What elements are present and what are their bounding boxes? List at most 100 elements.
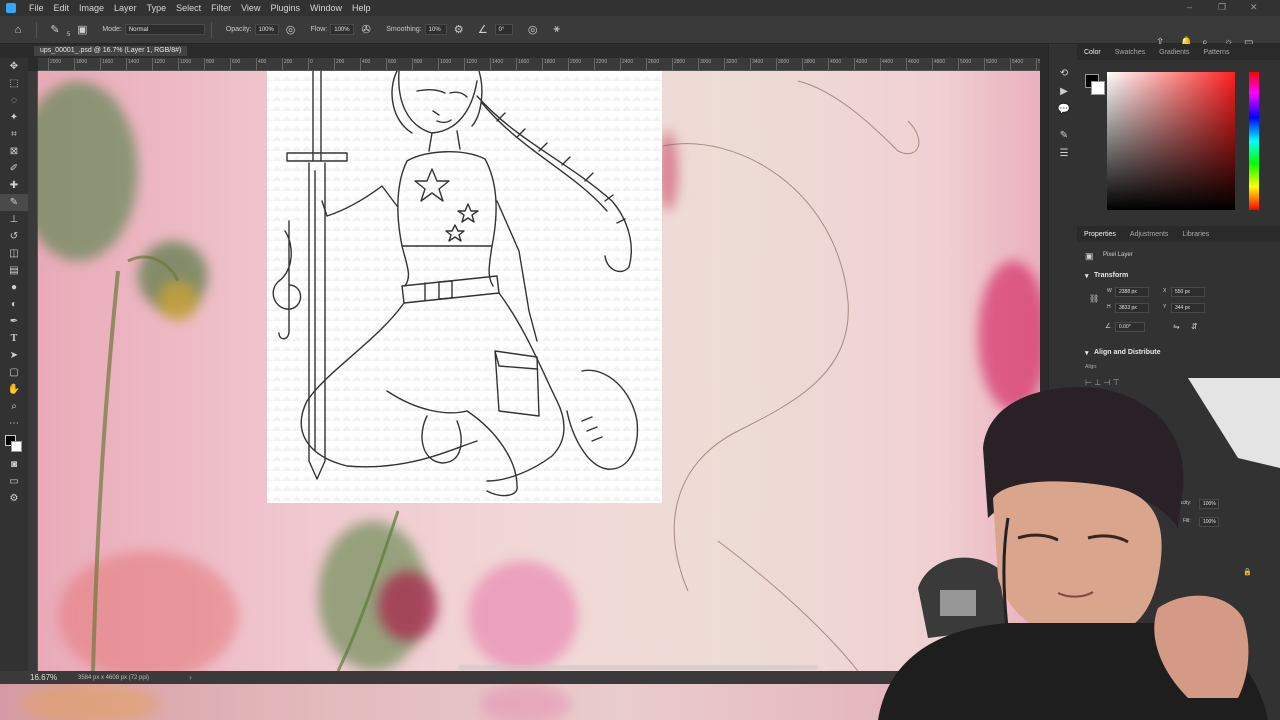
zoom-tool-icon[interactable]: ⌕ (0, 398, 28, 415)
menu-help[interactable]: Help (347, 3, 376, 13)
tab-swatches[interactable]: Swatches (1108, 49, 1152, 56)
type-tool-icon[interactable]: T (0, 330, 28, 347)
transform-section-title[interactable]: Transform (1094, 272, 1128, 279)
brush-tool-icon[interactable]: ✎ (47, 22, 63, 38)
pressure-opacity-icon[interactable]: ◎ (283, 22, 299, 38)
history-brush-tool-icon[interactable]: ↺ (0, 228, 28, 245)
dodge-tool-icon[interactable]: ◐ (0, 296, 28, 313)
tab-gradients[interactable]: Gradients (1152, 49, 1196, 56)
maximize-icon[interactable]: ❐ (1218, 2, 1226, 13)
quick-mask-icon[interactable]: ◙ (0, 456, 28, 473)
lasso-tool-icon[interactable]: ◌ (0, 92, 28, 109)
move-tool-icon[interactable]: ✥ (0, 58, 28, 75)
flip-vertical-icon[interactable]: ⇵ (1191, 322, 1198, 331)
symmetry-icon[interactable]: ⚹ (549, 22, 565, 38)
tab-adjustments[interactable]: Adjustments (1123, 231, 1176, 238)
x-input[interactable]: 550 px (1171, 287, 1205, 297)
comments-icon[interactable]: 💬 (1049, 100, 1079, 118)
smoothing-label: Smoothing: (386, 26, 422, 33)
smoothing-settings-icon[interactable]: ⚙ (451, 22, 467, 38)
y-input[interactable]: 344 px (1171, 303, 1205, 313)
brush-settings-icon[interactable]: ▣ (74, 22, 90, 38)
edit-toolbar-icon[interactable]: ⚙ (0, 490, 28, 507)
more-tools-icon[interactable]: ⋯ (0, 415, 28, 432)
path-selection-tool-icon[interactable]: ➤ (0, 347, 28, 364)
gradient-tool-icon[interactable]: ▤ (0, 262, 28, 279)
home-icon[interactable]: ⌂ (10, 22, 26, 38)
screen-mode-icon[interactable]: ▭ (0, 473, 28, 490)
crop-tool-icon[interactable]: ⌗ (0, 126, 28, 143)
healing-brush-tool-icon[interactable]: ✚ (0, 177, 28, 194)
zoom-level[interactable]: 16.67% (30, 673, 78, 682)
height-input[interactable]: 3833 px (1115, 303, 1149, 313)
flip-horizontal-icon[interactable]: ⇋ (1173, 322, 1180, 331)
align-chevron-icon[interactable]: ▾ (1085, 349, 1089, 357)
hand-tool-icon[interactable]: ✋ (0, 381, 28, 398)
menu-view[interactable]: View (236, 3, 265, 13)
menu-type[interactable]: Type (142, 3, 172, 13)
airbrush-icon[interactable]: ✇ (358, 22, 374, 38)
angle-input[interactable]: 0° (494, 24, 513, 35)
tools-panel: ✥ ⬚ ◌ ✦ ⌗ ⊠ ✐ ✚ ✎ ⊥ ↺ ◫ ▤ ● ◐ ✒ T ➤ ▢ ✋ … (0, 58, 28, 684)
align-section-title[interactable]: Align and Distribute (1094, 349, 1161, 356)
document-tab[interactable]: ups_00001_.psd @ 16.7% (Layer 1, RGB/8#) (34, 46, 188, 56)
smoothing-input[interactable]: 10% (424, 24, 447, 35)
blur-tool-icon[interactable]: ● (0, 279, 28, 296)
brush-settings-panel-icon[interactable]: ✎ (1049, 126, 1079, 144)
panel-background-swatch[interactable] (1091, 81, 1105, 95)
menu-window[interactable]: Window (305, 3, 347, 13)
frame-tool-icon[interactable]: ⊠ (0, 143, 28, 160)
menu-layer[interactable]: Layer (109, 3, 142, 13)
actions-icon[interactable]: ▶ (1049, 82, 1079, 100)
tab-color[interactable]: Color (1077, 49, 1108, 56)
document-artboard[interactable] (267, 71, 662, 503)
clone-stamp-tool-icon[interactable]: ⊥ (0, 211, 28, 228)
ruler-label: 400 (362, 59, 371, 65)
color-picker-field[interactable] (1107, 72, 1235, 210)
ruler-tick (984, 58, 985, 70)
link-icon[interactable]: ⛓ (1089, 294, 1099, 303)
ruler-tick (386, 58, 387, 70)
document-info[interactable]: 3584 px x 4608 px (72 ppi) (78, 675, 149, 681)
status-arrow-icon[interactable]: › (189, 673, 192, 682)
menu-image[interactable]: Image (74, 3, 109, 13)
adjustments-panel-icon[interactable]: ☰ (1049, 144, 1079, 162)
brush-tool-icon[interactable]: ✎ (0, 194, 28, 211)
menu-edit[interactable]: Edit (49, 3, 75, 13)
brush-size-value[interactable]: 5 (67, 32, 70, 38)
mode-select[interactable]: Normal (124, 24, 205, 35)
tab-libraries[interactable]: Libraries (1175, 231, 1216, 238)
eyedropper-tool-icon[interactable]: ✐ (0, 160, 28, 177)
close-icon[interactable]: ✕ (1250, 2, 1258, 13)
ruler-tick (854, 58, 855, 70)
color-swatches[interactable] (0, 432, 28, 456)
pressure-size-icon[interactable]: ◎ (525, 22, 541, 38)
quick-select-tool-icon[interactable]: ✦ (0, 109, 28, 126)
marquee-tool-icon[interactable]: ⬚ (0, 75, 28, 92)
ruler-tick (906, 58, 907, 70)
menu-file[interactable]: File (24, 3, 49, 13)
pen-tool-icon[interactable]: ✒ (0, 313, 28, 330)
angle-input[interactable]: 0.00° (1115, 322, 1145, 332)
tab-patterns[interactable]: Patterns (1196, 49, 1236, 56)
pixel-layer-label: Pixel Layer (1103, 252, 1133, 258)
menu-filter[interactable]: Filter (206, 3, 236, 13)
flow-input[interactable]: 100% (330, 24, 355, 35)
horizontal-scrollbar[interactable] (458, 665, 818, 670)
ruler-tick (48, 58, 49, 70)
shape-tool-icon[interactable]: ▢ (0, 364, 28, 381)
width-input[interactable]: 2388 px (1115, 287, 1149, 297)
minimize-icon[interactable]: – (1187, 2, 1192, 12)
history-icon[interactable]: ⟲ (1049, 64, 1079, 82)
ruler-label: 2000 (570, 59, 582, 65)
menu-plugins[interactable]: Plugins (265, 3, 305, 13)
menu-select[interactable]: Select (171, 3, 206, 13)
hue-slider[interactable] (1249, 72, 1259, 210)
eraser-tool-icon[interactable]: ◫ (0, 245, 28, 262)
opacity-input[interactable]: 100% (254, 24, 279, 35)
background-color-swatch[interactable] (11, 441, 22, 452)
ruler-tick (750, 58, 751, 70)
transform-chevron-icon[interactable]: ▾ (1085, 272, 1089, 280)
ruler-tick (1036, 58, 1037, 70)
tab-properties[interactable]: Properties (1077, 231, 1123, 238)
